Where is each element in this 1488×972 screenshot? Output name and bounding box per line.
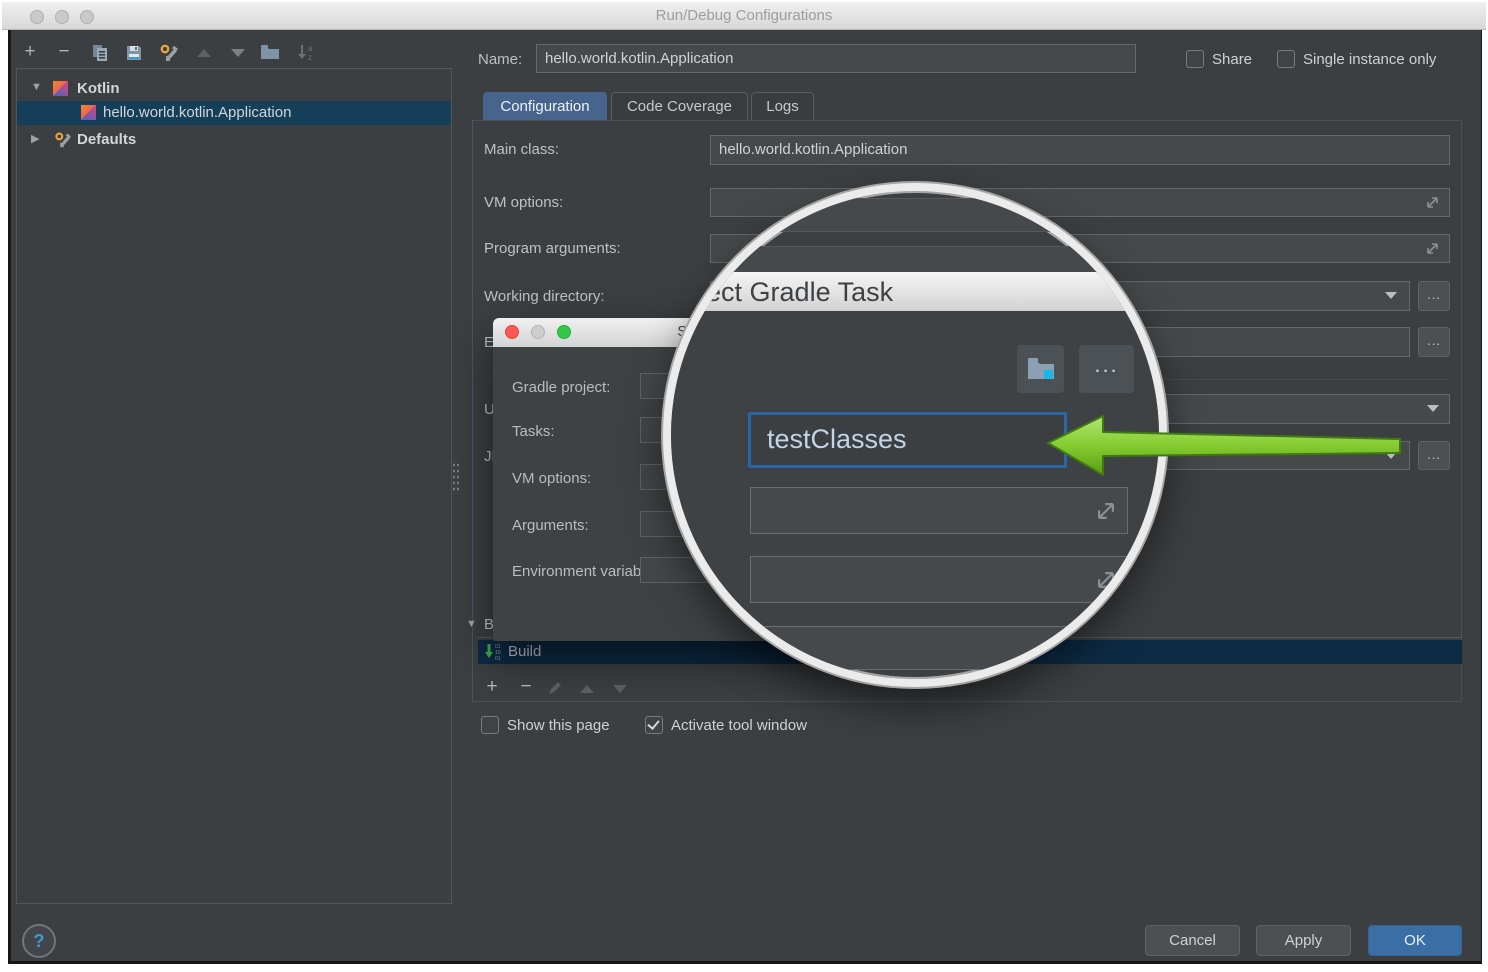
arguments-label: Arguments: bbox=[512, 517, 589, 534]
tree-item-application-selected[interactable]: hello.world.kotlin.Application bbox=[17, 101, 451, 125]
main-class-label: Main class: bbox=[484, 141, 559, 158]
show-this-page-label[interactable]: Show this page bbox=[507, 717, 610, 734]
magnified-folder-button[interactable] bbox=[1017, 345, 1064, 393]
before-launch-add-button[interactable]: + bbox=[479, 677, 505, 699]
environment-variables-browse-button[interactable]: ... bbox=[1418, 327, 1450, 357]
tab-logs[interactable]: Logs bbox=[751, 92, 814, 121]
callout-arrow bbox=[1040, 405, 1410, 485]
window-titlebar: Run/Debug Configurations bbox=[2, 2, 1486, 30]
chevron-collapsed-icon[interactable]: ▶ bbox=[31, 132, 39, 145]
svg-text:z: z bbox=[308, 53, 312, 62]
kotlin-icon bbox=[53, 81, 68, 100]
magnified-environment-variables-input[interactable] bbox=[750, 626, 1070, 670]
jre-browse-button[interactable]: ... bbox=[1418, 441, 1450, 470]
edit-pencil-icon[interactable] bbox=[547, 680, 563, 701]
magnified-browse-button[interactable]: ... bbox=[1079, 345, 1134, 393]
single-instance-label[interactable]: Single instance only bbox=[1303, 51, 1436, 68]
magnified-field-edge bbox=[700, 198, 1167, 232]
tree-item-label[interactable]: hello.world.kotlin.Application bbox=[103, 104, 291, 121]
move-down-icon[interactable] bbox=[613, 685, 627, 693]
gradle-project-label: Gradle project: bbox=[512, 379, 610, 396]
configurations-tree: ▼ Kotlin hello.world.kotlin.Application … bbox=[16, 68, 452, 904]
tasks-label: Tasks: bbox=[512, 423, 555, 440]
expand-field-icon[interactable] bbox=[1093, 567, 1119, 593]
apply-button[interactable]: Apply bbox=[1256, 925, 1351, 956]
save-configuration-icon[interactable] bbox=[122, 44, 146, 66]
edit-defaults-icon[interactable] bbox=[156, 43, 180, 65]
sort-alphabetically-icon[interactable]: az bbox=[294, 44, 318, 66]
vm-options-label: VM options: bbox=[484, 194, 563, 211]
chevron-down-icon[interactable] bbox=[1385, 292, 1397, 299]
magnified-vm-options-input[interactable] bbox=[750, 487, 1128, 534]
tree-item-kotlin-group[interactable]: ▼ Kotlin bbox=[17, 77, 451, 101]
expand-field-icon[interactable] bbox=[1424, 194, 1441, 211]
run-debug-configurations-window: Run/Debug Configurations + − az ▼ Kotlin bbox=[0, 0, 1488, 972]
chevron-expanded-icon[interactable]: ▼ bbox=[31, 81, 42, 93]
magnified-tasks-input[interactable]: testClasses bbox=[748, 412, 1067, 468]
copy-configuration-icon[interactable] bbox=[88, 44, 112, 66]
help-button[interactable]: ? bbox=[22, 924, 56, 958]
name-input[interactable]: hello.world.kotlin.Application bbox=[536, 44, 1136, 73]
main-class-input[interactable]: hello.world.kotlin.Application bbox=[710, 135, 1450, 165]
name-label: Name: bbox=[478, 51, 522, 68]
chevron-down-icon[interactable] bbox=[1427, 405, 1439, 412]
show-this-page-checkbox[interactable] bbox=[481, 716, 499, 734]
magnified-dialog-title: Select Gradle Task bbox=[667, 277, 893, 308]
check-icon bbox=[647, 717, 659, 730]
cancel-button[interactable]: Cancel bbox=[1145, 925, 1240, 956]
svg-text:01: 01 bbox=[495, 656, 501, 661]
dialog-vm-options-label: VM options: bbox=[512, 470, 591, 487]
move-up-icon[interactable] bbox=[580, 685, 594, 693]
tab-configuration[interactable]: Configuration bbox=[483, 92, 607, 121]
before-launch-collapse-icon[interactable]: ▼ bbox=[466, 618, 477, 630]
magnified-field-edge bbox=[692, 246, 1167, 274]
before-launch-item-label: Build bbox=[508, 643, 541, 660]
activate-tool-window-checkbox[interactable] bbox=[645, 716, 663, 734]
tree-item-label[interactable]: Defaults bbox=[77, 131, 136, 148]
svg-text:a: a bbox=[308, 44, 313, 53]
panel-splitter[interactable] bbox=[452, 462, 460, 494]
remove-configuration-button[interactable]: − bbox=[52, 42, 76, 64]
tree-item-defaults[interactable]: ▶ Defaults bbox=[17, 128, 451, 152]
activate-tool-window-label[interactable]: Activate tool window bbox=[671, 717, 807, 734]
build-icon: 011001 bbox=[484, 643, 504, 666]
defaults-gear-icon bbox=[53, 131, 71, 153]
move-down-icon[interactable] bbox=[231, 49, 245, 57]
expand-field-icon[interactable] bbox=[1093, 498, 1119, 524]
kotlin-icon bbox=[81, 105, 96, 124]
tab-code-coverage[interactable]: Code Coverage bbox=[611, 92, 748, 121]
magnified-arguments-input[interactable] bbox=[750, 556, 1128, 603]
expand-field-icon[interactable] bbox=[1424, 240, 1441, 257]
share-checkbox[interactable] bbox=[1186, 50, 1204, 68]
working-directory-label: Working directory: bbox=[484, 288, 605, 305]
program-arguments-label: Program arguments: bbox=[484, 240, 621, 257]
move-up-icon[interactable] bbox=[197, 49, 211, 57]
add-configuration-button[interactable]: + bbox=[18, 42, 42, 64]
folder-icon bbox=[1027, 356, 1055, 380]
window-title: Run/Debug Configurations bbox=[2, 7, 1486, 24]
folder-group-icon[interactable] bbox=[258, 44, 282, 66]
ok-button[interactable]: OK bbox=[1368, 925, 1462, 956]
single-instance-checkbox[interactable] bbox=[1277, 50, 1295, 68]
tree-item-label[interactable]: Kotlin bbox=[77, 80, 120, 97]
working-directory-browse-button[interactable]: ... bbox=[1418, 281, 1450, 311]
before-launch-remove-button[interactable]: − bbox=[513, 677, 539, 699]
share-label[interactable]: Share bbox=[1212, 51, 1252, 68]
